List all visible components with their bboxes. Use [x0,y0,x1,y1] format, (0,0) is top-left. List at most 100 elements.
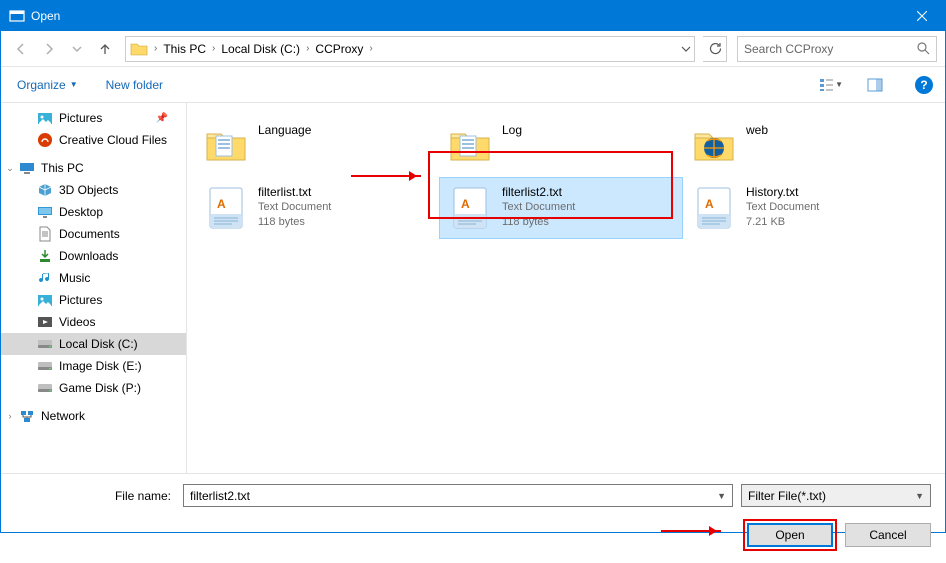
command-bar: Organize ▼ New folder ▼ ? [1,67,945,103]
nav-up-button[interactable] [93,37,117,61]
music-icon [37,270,53,286]
navigation-pane[interactable]: Pictures 📌 Creative Cloud Files ⌄ This PC 3D … [1,103,187,473]
sidebar-item-label: Pictures [59,111,102,125]
arrow-up-icon [98,42,112,56]
disk-icon [37,336,53,352]
search-placeholder: Search CCProxy [744,42,917,56]
chevron-down-icon [72,44,82,54]
file-name: web [746,122,768,138]
sidebar-item-label: 3D Objects [59,183,118,197]
breadcrumb-ccproxy[interactable]: CCProxy [311,37,367,61]
close-icon [917,11,927,21]
file-size: 118 bytes [258,215,331,230]
open-label: Open [775,528,804,542]
documents-icon [37,226,53,242]
view-options-button[interactable]: ▼ [819,73,843,97]
downloads-icon [37,248,53,264]
chevron-down-icon: ▼ [915,491,924,501]
tree-caret-icon[interactable]: › [5,411,15,421]
nav-recent-button[interactable] [65,37,89,61]
new-folder-button[interactable]: New folder [102,74,167,96]
sidebar-item-network[interactable]: › Network [1,405,186,427]
preview-pane-button[interactable] [863,73,887,97]
file-name: filterlist.txt [258,184,331,200]
annotation-arrow [661,530,721,532]
file-type-filter[interactable]: Filter File(*.txt) ▼ [741,484,931,507]
file-item[interactable]: Language [195,115,439,177]
chevron-right-icon: › [210,43,217,54]
address-dropdown[interactable] [676,37,694,61]
chevron-down-icon[interactable]: ▼ [717,491,726,501]
pictures-icon [37,110,53,126]
3d-icon [37,182,53,198]
pin-icon: 📌 [156,113,168,124]
address-bar[interactable]: › This PC › Local Disk (C:) › CCProxy › [125,36,695,62]
nav-bar: › This PC › Local Disk (C:) › CCProxy › … [1,31,945,67]
desktop-icon [37,204,53,220]
organize-menu[interactable]: Organize ▼ [13,74,82,96]
file-name: filterlist2.txt [502,184,575,200]
help-button[interactable]: ? [915,76,933,94]
nav-back-button[interactable] [9,37,33,61]
folder-icon [690,122,738,170]
title-bar: Open [1,1,945,31]
arrow-right-icon [42,42,56,56]
file-item[interactable]: Afilterlist.txtText Document118 bytes [195,177,439,239]
sidebar-item-image-disk-e-[interactable]: Image Disk (E:) [1,355,186,377]
sidebar-item-label: Documents [59,227,120,241]
sidebar-item-downloads[interactable]: Downloads [1,245,186,267]
cc-icon [37,132,53,148]
filename-value: filterlist2.txt [190,489,250,503]
breadcrumb-localdisk[interactable]: Local Disk (C:) [217,37,304,61]
tree-caret-icon[interactable]: ⌄ [5,163,15,174]
view-icon [819,77,833,93]
sidebar-item-this-pc[interactable]: ⌄ This PC [1,157,186,179]
network-icon [19,408,35,424]
file-name: Language [258,122,311,138]
search-icon [917,42,930,55]
search-input[interactable]: Search CCProxy [737,36,937,62]
chevron-right-icon: › [367,43,374,54]
folder-icon [446,122,494,170]
close-button[interactable] [899,1,945,31]
open-button[interactable]: Open [747,523,833,547]
sidebar-item-game-disk-p-[interactable]: Game Disk (P:) [1,377,186,399]
chevron-right-icon: › [152,43,159,54]
sidebar-item-documents[interactable]: Documents [1,223,186,245]
file-kind: Text Document [258,200,331,215]
filename-label: File name: [15,489,175,503]
nav-forward-button[interactable] [37,37,61,61]
sidebar-item-pictures[interactable]: Pictures 📌 [1,107,186,129]
sidebar-item-3d-objects[interactable]: 3D Objects [1,179,186,201]
cancel-label: Cancel [869,528,906,542]
text-file-icon: A [202,184,250,232]
folder-icon [202,122,250,170]
sidebar-item-label: Network [41,409,85,423]
svg-text:A: A [461,197,470,211]
help-icon: ? [920,78,927,92]
file-item[interactable]: AHistory.txtText Document7.21 KB [683,177,927,239]
file-kind: Text Document [502,200,575,215]
pictures-icon [37,292,53,308]
breadcrumb-thispc[interactable]: This PC [159,37,210,61]
text-file-icon: A [446,184,494,232]
chevron-down-icon [681,44,691,54]
file-item[interactable]: Log [439,115,683,177]
window-title: Open [31,9,899,23]
sidebar-item-desktop[interactable]: Desktop [1,201,186,223]
svg-text:A: A [217,197,226,211]
sidebar-item-label: This PC [41,161,84,175]
sidebar-item-music[interactable]: Music [1,267,186,289]
sidebar-item-pictures[interactable]: Pictures [1,289,186,311]
refresh-button[interactable] [703,36,727,62]
chevron-down-icon: ▼ [70,80,78,89]
file-item[interactable]: web [683,115,927,177]
file-list[interactable]: LanguageLogwebAfilterlist.txtText Docume… [187,103,945,473]
sidebar-item-local-disk-c-[interactable]: Local Disk (C:) [1,333,186,355]
filename-input[interactable]: filterlist2.txt ▼ [183,484,733,507]
file-item[interactable]: Afilterlist2.txtText Document118 bytes [439,177,683,239]
sidebar-item-creative-cloud-files[interactable]: Creative Cloud Files [1,129,186,151]
cancel-button[interactable]: Cancel [845,523,931,547]
organize-label: Organize [17,78,66,92]
sidebar-item-videos[interactable]: Videos [1,311,186,333]
